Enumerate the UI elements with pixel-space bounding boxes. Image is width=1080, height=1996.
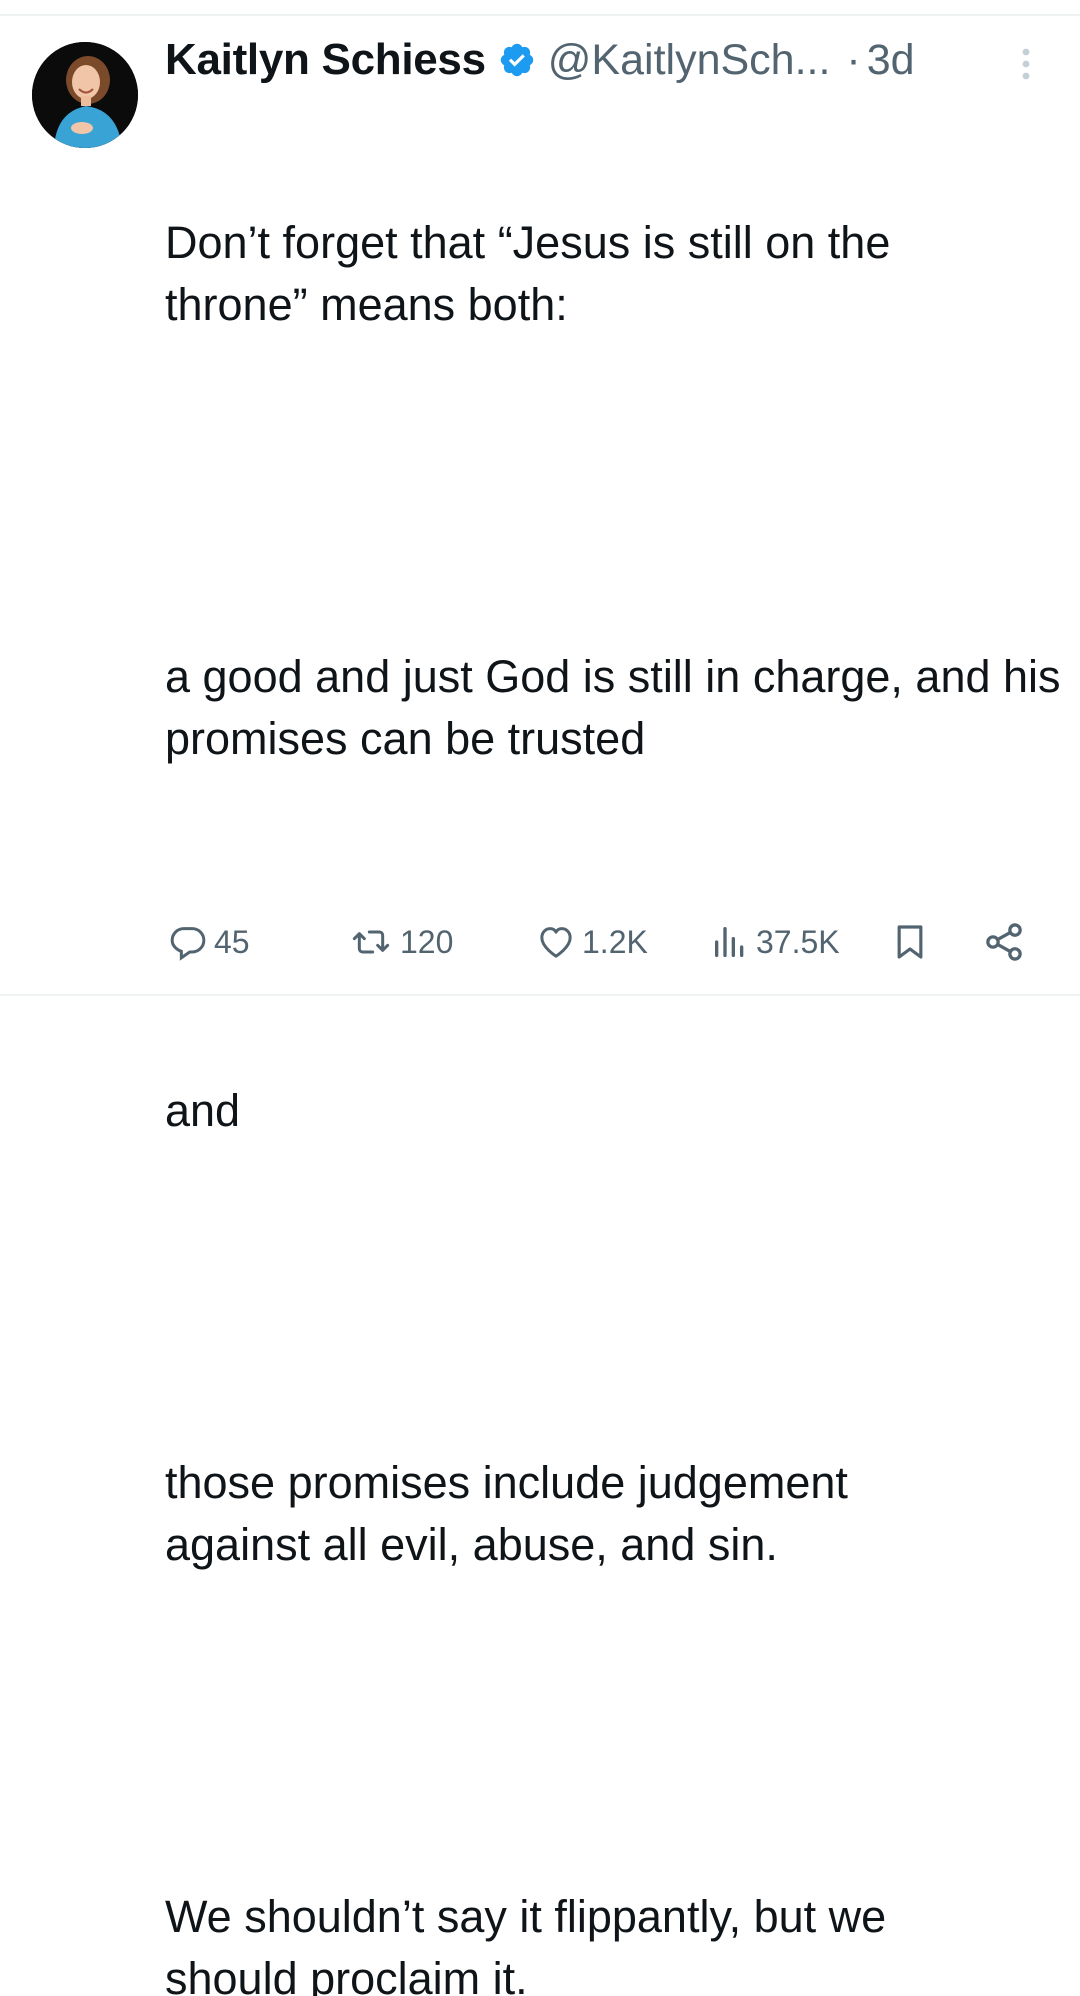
tweet-actions-bar: 45 120 1.2K 37.5K	[168, 914, 1048, 970]
views-button[interactable]: 37.5K	[710, 914, 840, 970]
paragraph-spacer	[165, 460, 1065, 522]
tweet-paragraph: and	[165, 1085, 241, 1136]
author-handle[interactable]: @KaitlynSch...	[548, 36, 831, 85]
more-options-icon[interactable]	[1016, 44, 1036, 84]
views-chart-icon	[715, 927, 744, 957]
tweet-body: Don’t forget that “Jesus is still on the…	[165, 88, 1065, 1996]
author-display-name[interactable]: Kaitlyn Schiess	[165, 35, 486, 85]
tweet-paragraph: a good and just God is still in charge, …	[165, 651, 1074, 764]
tweet-paragraph: We shouldn’t say it flippantly, but we s…	[165, 1891, 899, 1996]
reply-button[interactable]: 45	[168, 914, 250, 970]
retweet-count: 120	[400, 923, 454, 960]
profile-photo-icon	[32, 42, 138, 148]
tweet-header: Kaitlyn Schiess @KaitlynSch... · 3d	[165, 30, 1065, 90]
share-button[interactable]	[982, 914, 1026, 970]
retweet-icon	[352, 930, 390, 954]
bookmark-button[interactable]	[890, 914, 930, 970]
separator-dot: ·	[846, 35, 861, 84]
bottom-divider	[0, 994, 1080, 996]
bookmark-icon	[897, 925, 923, 959]
tweet-paragraph: Don’t forget that “Jesus is still on the…	[165, 217, 903, 330]
reply-count: 45	[214, 923, 250, 960]
share-icon	[986, 923, 1022, 961]
top-divider	[0, 14, 1080, 16]
reply-icon	[170, 927, 206, 961]
heart-icon	[540, 927, 572, 958]
verified-badge-icon	[498, 41, 536, 79]
like-count: 1.2K	[582, 923, 648, 960]
avatar[interactable]	[32, 42, 138, 148]
like-button[interactable]: 1.2K	[536, 914, 648, 970]
tweet-timestamp[interactable]: 3d	[867, 36, 915, 85]
retweet-button[interactable]: 120	[348, 914, 453, 970]
paragraph-spacer	[165, 1266, 1065, 1328]
views-count: 37.5K	[756, 923, 840, 960]
paragraph-spacer	[165, 1700, 1065, 1762]
tweet-paragraph: those promises include judgement against…	[165, 1457, 861, 1570]
